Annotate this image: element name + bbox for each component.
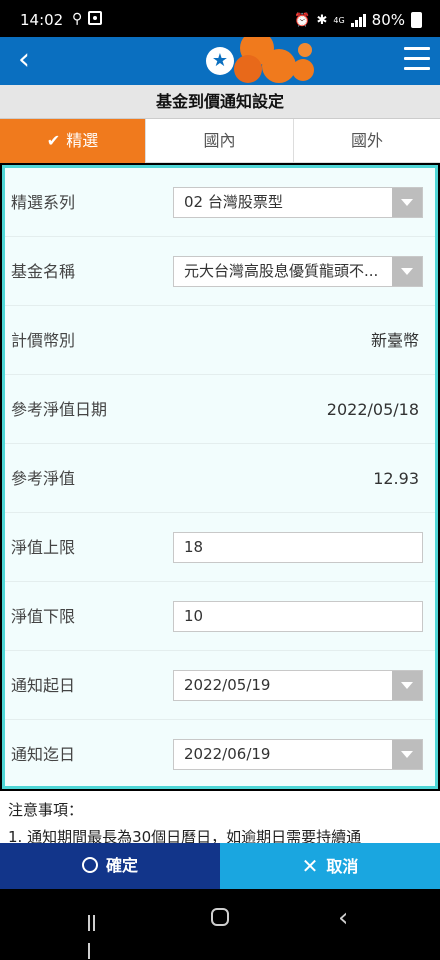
system-nav-bar: ‹: [0, 889, 440, 960]
lower-limit-input[interactable]: 10: [173, 601, 423, 632]
tab-bar: ✔ 精選 國內 國外: [0, 119, 440, 163]
tab-label: 國外: [350, 131, 383, 150]
home-icon[interactable]: [211, 908, 229, 926]
phone-screen: 14:02 ⚲ ⏰ ✱ 4G 80% ‹ ★ 基金到價通知設定 ✔ 精選 國內 …: [0, 0, 440, 960]
currency-value: 新臺幣: [370, 331, 419, 350]
series-label: 精選系列: [11, 193, 76, 212]
tab-domestic[interactable]: 國內: [146, 119, 294, 163]
hamburger-icon[interactable]: [404, 47, 430, 73]
series-selected-value: 02 台灣股票型: [184, 193, 283, 211]
page-title: 基金到價通知設定: [0, 85, 440, 119]
nav-label: 參考淨值: [11, 469, 76, 488]
network-type: 4G: [333, 15, 345, 25]
back-icon[interactable]: ‹: [338, 903, 348, 933]
notes-item: 1. 通知期間最長為30個日曆日，如逾期日需要持續通: [8, 828, 362, 843]
tab-label: 精選: [66, 131, 99, 150]
flower-decoration: [292, 59, 314, 81]
start-date-label: 通知起日: [11, 676, 76, 695]
chevron-down-icon: [392, 188, 422, 217]
nav-date-value: 2022/05/18: [326, 400, 419, 419]
chevron-down-icon: [392, 740, 422, 769]
notes-title: 注意事項：: [8, 801, 84, 819]
system-icons: ⏰ ✱ 4G 80%: [294, 11, 422, 29]
flower-decoration: [234, 55, 262, 83]
tab-overseas[interactable]: 國外: [294, 119, 440, 163]
end-date-selected-value: 2022/06/19: [184, 745, 271, 763]
chevron-down-icon: [392, 671, 422, 700]
upper-limit-input[interactable]: 18: [173, 532, 423, 563]
start-date-selected-value: 2022/05/19: [184, 676, 271, 694]
tab-label: 國內: [203, 131, 236, 150]
end-date-label: 通知迄日: [11, 745, 76, 764]
fund-name-select[interactable]: 元大台灣高股息優質龍頭不...: [173, 256, 423, 287]
confirm-label: 確定: [105, 856, 138, 875]
form-row-fund-name: 基金名稱 元大台灣高股息優質龍頭不...: [5, 237, 435, 306]
alert-settings-form: 精選系列 02 台灣股票型 基金名稱 元大台灣高股息優質龍頭不... 計價幣別 …: [2, 165, 438, 789]
nav-date-label: 參考淨值日期: [11, 400, 108, 419]
tab-featured[interactable]: ✔ 精選: [0, 119, 146, 163]
app-header: ‹ ★: [0, 37, 440, 85]
chevron-down-icon: [392, 257, 422, 286]
flower-decoration: [298, 43, 312, 57]
check-icon: ✔: [46, 131, 61, 150]
form-row-series: 精選系列 02 台灣股票型: [5, 168, 435, 237]
confirm-button[interactable]: 確定: [0, 843, 220, 889]
form-row-currency: 計價幣別 新臺幣: [5, 306, 435, 375]
series-select[interactable]: 02 台灣股票型: [173, 187, 423, 218]
alarm-icon: ⏰: [294, 12, 311, 28]
end-date-select[interactable]: 2022/06/19: [173, 739, 423, 770]
fund-name-selected-value: 元大台灣高股息優質龍頭不...: [184, 262, 379, 280]
form-row-nav: 參考淨值 12.93: [5, 444, 435, 513]
form-row-lower-limit: 淨值下限 10: [5, 582, 435, 651]
lower-limit-label: 淨值下限: [11, 607, 76, 626]
cancel-button[interactable]: ✕ 取消: [220, 843, 440, 889]
recent-apps-icon[interactable]: [88, 909, 102, 959]
bluetooth-icon: ✱: [316, 12, 328, 28]
flower-decoration: [262, 49, 296, 83]
upper-limit-label: 淨值上限: [11, 538, 76, 557]
status-bar: 14:02 ⚲ ⏰ ✱ 4G 80%: [0, 0, 440, 42]
action-bar: 確定 ✕ 取消: [0, 843, 440, 889]
battery-percent: 80%: [371, 11, 405, 29]
usb-icon: ⚲: [72, 11, 83, 27]
bank-logo-icon: ★: [206, 47, 234, 75]
form-row-nav-date: 參考淨值日期 2022/05/18: [5, 375, 435, 444]
currency-label: 計價幣別: [11, 331, 76, 350]
close-icon: ✕: [301, 854, 319, 878]
notes-section: 注意事項： 1. 通知期間最長為30個日曆日，如逾期日需要持續通: [0, 791, 440, 843]
start-date-select[interactable]: 2022/05/19: [173, 670, 423, 701]
battery-icon: [411, 12, 422, 28]
chevron-left-icon[interactable]: ‹: [6, 43, 42, 79]
status-time: 14:02: [20, 11, 64, 29]
fund-name-label: 基金名稱: [11, 262, 76, 281]
app-notification-icon: [88, 11, 103, 25]
circle-icon: [81, 857, 98, 873]
form-row-end-date: 通知迄日 2022/06/19: [5, 720, 435, 789]
form-row-start-date: 通知起日 2022/05/19: [5, 651, 435, 720]
notification-icons: ⚲: [72, 11, 103, 27]
nav-value: 12.93: [373, 469, 419, 488]
cancel-label: 取消: [326, 857, 359, 876]
form-row-upper-limit: 淨值上限 18: [5, 513, 435, 582]
signal-icon: [350, 13, 366, 27]
